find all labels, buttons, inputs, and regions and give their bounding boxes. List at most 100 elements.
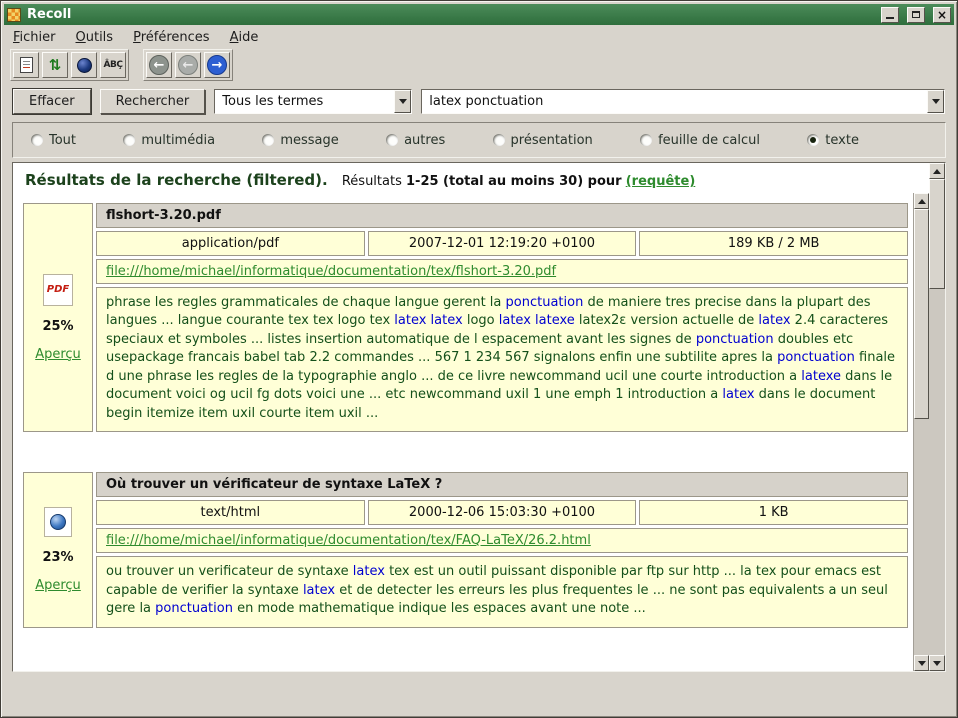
menu-preferences[interactable]: Préférences [133,30,209,45]
filter-feuille-de-calcul[interactable]: feuille de calcul [640,133,760,148]
filter-row: Tout multimédia message autres présentat… [12,122,946,158]
radio-icon[interactable] [31,134,43,146]
scroll-track[interactable] [914,209,929,655]
results-range: 1-25 (total au moins 30) pour [406,174,622,189]
radio-icon[interactable] [123,134,135,146]
query-history-dropdown-button[interactable] [927,90,944,113]
filter-label: Tout [49,133,76,148]
close-button[interactable]: × [933,7,951,23]
prev-page-button[interactable]: ← [175,52,201,78]
results-body: PDF 25% Aperçu flshort-3.20.pdf applicat… [13,193,929,671]
result-table: flshort-3.20.pdf application/pdf 2007-12… [96,203,908,432]
result-mime: text/html [96,500,365,525]
titlebar: Recoll × [4,4,954,25]
menu-fichier[interactable]: Fichier [13,30,56,45]
pdf-icon: PDF [43,274,73,306]
triangle-up-icon [918,199,926,204]
filter-texte[interactable]: texte [807,133,859,148]
maximize-button[interactable] [907,7,925,23]
search-button[interactable]: Rechercher [100,89,206,114]
result-table: Où trouver un vérificateur de syntaxe La… [96,472,908,627]
minimize-icon [886,17,894,19]
results-list: PDF 25% Aperçu flshort-3.20.pdf applicat… [13,193,913,671]
html-page-icon [44,507,72,537]
filter-tout[interactable]: Tout [31,133,76,148]
radio-icon[interactable] [640,134,652,146]
toolbar-group-nav: ← ← → [143,49,233,81]
triangle-up-icon [933,169,941,174]
filter-multimedia[interactable]: multimédia [123,133,215,148]
radio-icon[interactable] [493,134,505,146]
result-meta-row: text/html 2000-12-06 15:03:30 +0100 1 KB [96,500,908,525]
outer-scrollbar[interactable] [929,163,945,671]
search-mode-select[interactable]: Tous les termes [214,89,412,114]
filter-autres[interactable]: autres [386,133,445,148]
sort-arrows-icon: ⇅ [49,58,62,73]
result-mime: application/pdf [96,231,365,256]
search-mode-value: Tous les termes [215,90,394,113]
scroll-thumb[interactable] [914,209,929,419]
menu-outils[interactable]: Outils [76,30,114,45]
maximize-icon [912,11,920,18]
search-row: Effacer Rechercher Tous les termes [4,83,954,119]
triangle-down-icon [933,661,941,666]
scroll-up-button[interactable] [929,163,945,179]
back-arrow-icon: ← [178,55,198,75]
result-date: 2007-12-01 12:19:20 +0100 [368,231,637,256]
filter-label: message [280,133,338,148]
preview-link[interactable]: Aperçu [35,347,81,362]
first-page-button[interactable]: ← [146,52,172,78]
clear-search-icon [20,57,33,73]
radio-icon[interactable] [262,134,274,146]
sort-button[interactable]: ⇅ [42,52,68,78]
result-title: Où trouver un vérificateur de syntaxe La… [96,472,908,497]
query-combo [421,89,945,114]
relevance-percent: 23% [42,550,73,565]
result-row: 23% Aperçu Où trouver un vérificateur de… [23,472,908,627]
result-side-panel: 23% Aperçu [23,472,93,627]
result-meta-row: application/pdf 2007-12-01 12:19:20 +010… [96,231,908,256]
preview-link[interactable]: Aperçu [35,578,81,593]
toolbar: ⇅ ÂBÇ ← ← → [4,49,954,83]
result-size: 189 KB / 2 MB [639,231,908,256]
menubar: Fichier Outils Préférences Aide [4,25,954,49]
results-pane: Résultats de la recherche (filtered). Ré… [12,162,946,672]
scroll-up-button[interactable] [914,193,929,209]
result-snippet: phrase les regles grammaticales de chaqu… [96,287,908,432]
result-url-link[interactable]: file:///home/michael/informatique/docume… [106,264,556,279]
results-summary-prefix: Résultats [342,174,402,189]
filter-message[interactable]: message [262,133,338,148]
result-url-link[interactable]: file:///home/michael/informatique/docume… [106,533,591,548]
menu-aide[interactable]: Aide [230,30,259,45]
spellcheck-icon: ÂBÇ [104,60,123,70]
term-explorer-button[interactable]: ÂBÇ [100,52,126,78]
result-url-row: file:///home/michael/informatique/docume… [96,528,908,553]
search-mode-dropdown-button[interactable] [394,90,411,113]
clear-button[interactable]: Effacer [13,89,91,114]
toolbar-group-main: ⇅ ÂBÇ [10,49,129,81]
inner-scrollbar[interactable] [913,193,929,671]
results-title: Résultats de la recherche (filtered). [25,171,328,189]
filter-label: feuille de calcul [658,133,760,148]
query-link[interactable]: (requête) [626,174,696,189]
filter-presentation[interactable]: présentation [493,133,593,148]
result-date: 2000-12-06 15:03:30 +0100 [368,500,637,525]
result-size: 1 KB [639,500,908,525]
scroll-track[interactable] [929,179,945,655]
scroll-down-button[interactable] [929,655,945,671]
filter-label: multimédia [141,133,215,148]
clear-search-button[interactable] [13,52,39,78]
scroll-thumb[interactable] [929,179,945,289]
search-input[interactable] [422,90,927,113]
radio-icon[interactable] [807,134,819,146]
radio-icon[interactable] [386,134,398,146]
query-detail-button[interactable] [71,52,97,78]
scroll-down-button[interactable] [914,655,929,671]
pdf-icon-label: PDF [47,284,69,295]
result-row: PDF 25% Aperçu flshort-3.20.pdf applicat… [23,203,908,432]
triangle-down-icon [918,661,926,666]
close-icon: × [937,9,947,21]
next-page-button[interactable]: → [204,52,230,78]
forward-arrow-icon: → [207,55,227,75]
minimize-button[interactable] [881,7,899,23]
